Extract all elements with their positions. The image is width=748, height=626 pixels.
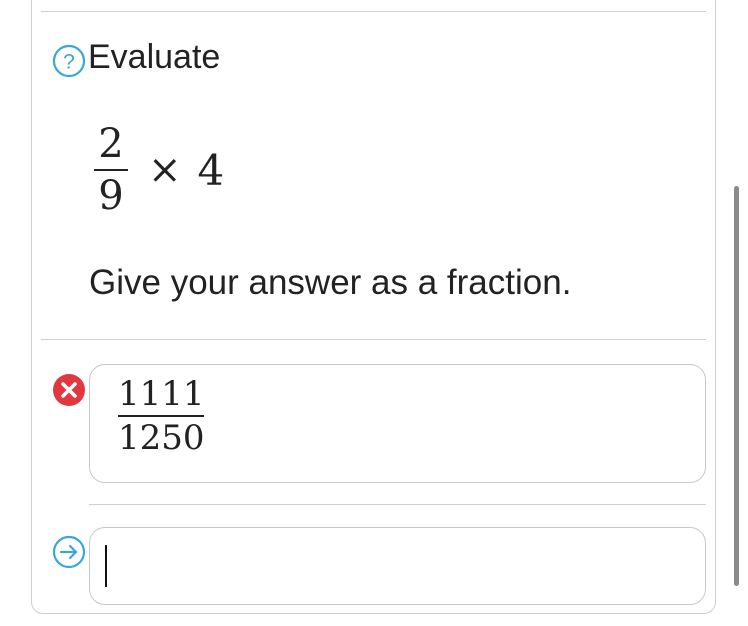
- arrow-circle-icon[interactable]: [52, 535, 86, 569]
- answer-input[interactable]: [89, 527, 706, 605]
- question-prompt: Evaluate: [88, 38, 221, 76]
- question-card: [31, 0, 716, 614]
- scrollbar[interactable]: [734, 186, 739, 586]
- answer-fraction-bar: [118, 415, 205, 417]
- multiplier-value: 4: [197, 145, 225, 195]
- divider-middle: [41, 339, 706, 340]
- answer-denominator: 1250: [118, 418, 205, 458]
- question-circle-icon[interactable]: ?: [52, 44, 86, 78]
- answer-numerator: 1111: [118, 374, 205, 414]
- divider-answer: [89, 504, 706, 505]
- fraction: 2 9: [94, 121, 128, 219]
- previous-answer-box: 1111 1250: [89, 364, 706, 483]
- divider-top: [41, 11, 706, 12]
- fraction-denominator: 9: [98, 173, 124, 219]
- text-caret: [105, 545, 107, 587]
- svg-text:?: ?: [63, 51, 75, 74]
- fraction-numerator: 2: [98, 121, 124, 167]
- math-expression: 2 9 × 4: [94, 116, 224, 224]
- x-circle-icon: [53, 374, 85, 406]
- previous-answer-fraction: 1111 1250: [118, 375, 205, 457]
- answer-instruction: Give your answer as a fraction.: [89, 263, 572, 302]
- fraction-bar: [94, 169, 128, 171]
- multiply-operator: ×: [148, 147, 182, 193]
